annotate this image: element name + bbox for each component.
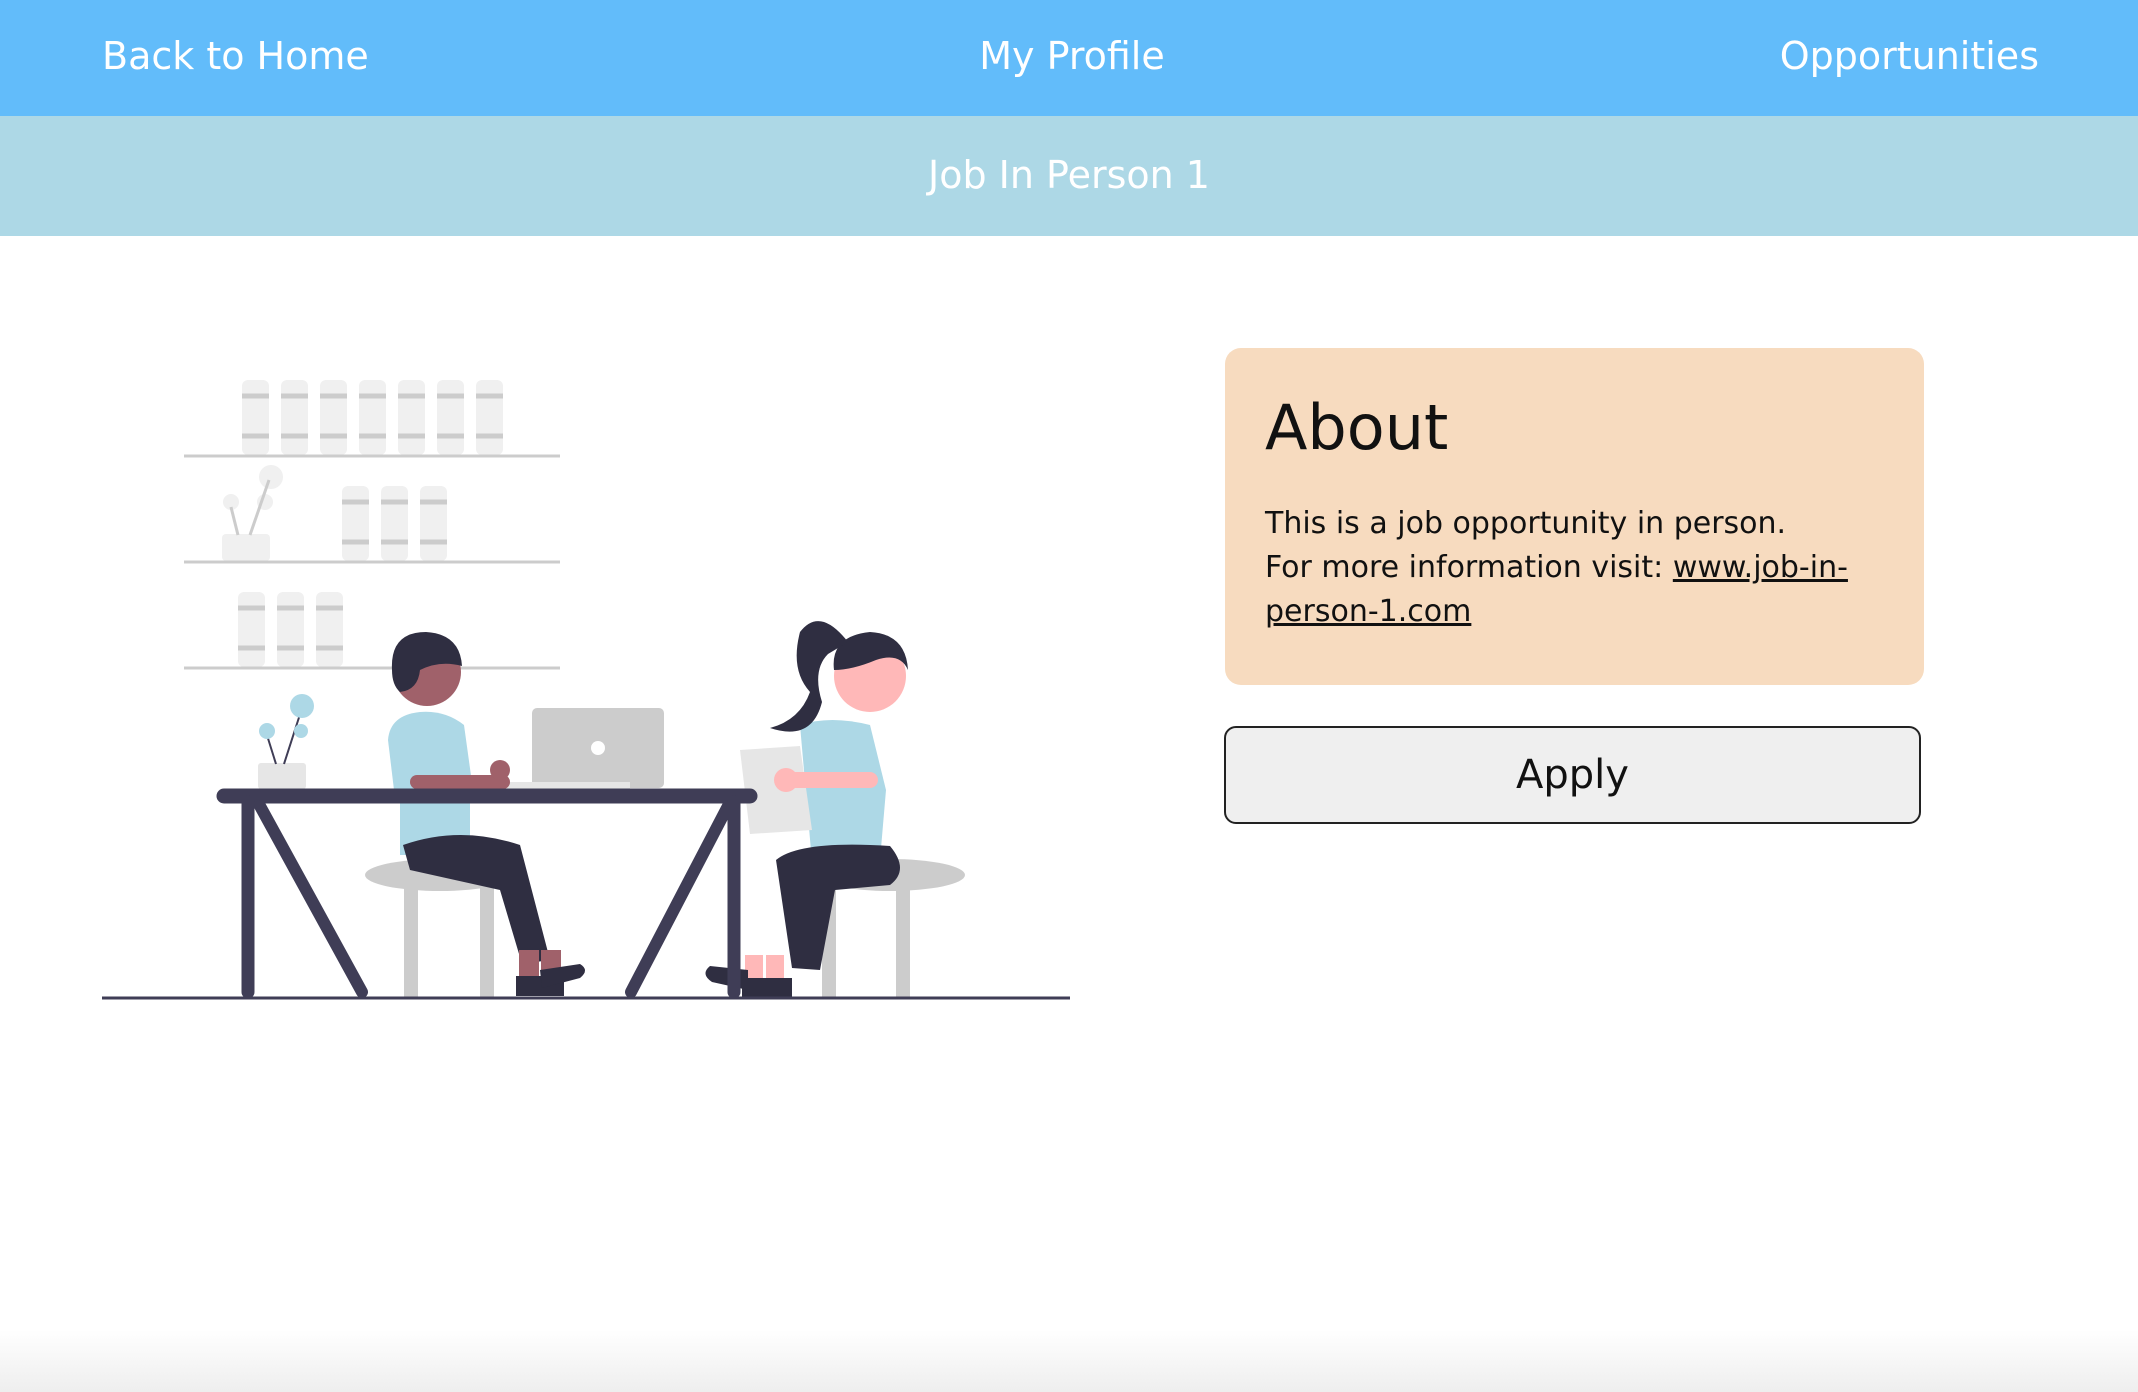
bottom-scroll-shadow bbox=[0, 1330, 2138, 1392]
office-illustration bbox=[102, 380, 1070, 1000]
about-line-2-prefix: For more information visit: bbox=[1265, 550, 1673, 585]
top-nav: Back to Home My Profile Opportunities bbox=[0, 0, 2138, 116]
about-line-1: This is a job opportunity in person. bbox=[1265, 506, 1787, 541]
about-description: This is a job opportunity in person. For… bbox=[1265, 502, 1884, 634]
page-title: Job In Person 1 bbox=[0, 116, 2138, 236]
plant-illustration bbox=[258, 694, 314, 789]
bookshelf-illustration bbox=[222, 380, 503, 667]
nav-opportunities-link[interactable]: Opportunities bbox=[1780, 0, 2039, 116]
about-title: About bbox=[1265, 391, 1449, 464]
about-card: About This is a job opportunity in perso… bbox=[1225, 348, 1924, 685]
apply-button[interactable]: Apply bbox=[1224, 726, 1921, 824]
